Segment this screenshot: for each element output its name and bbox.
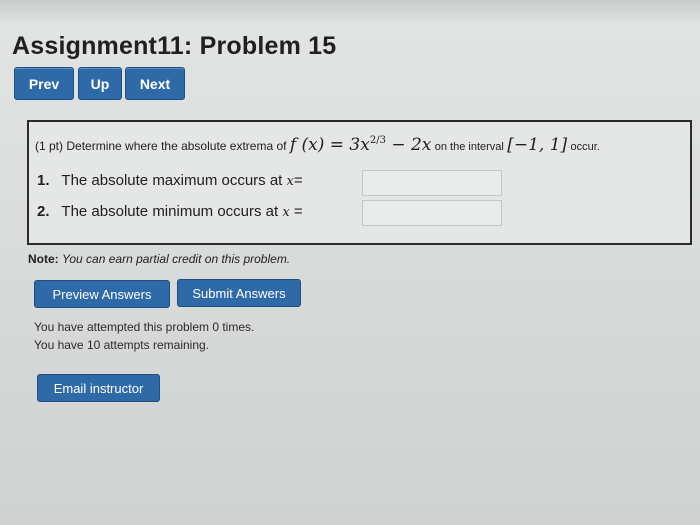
browser-top-strip <box>0 0 700 22</box>
problem-statement: (1 pt) Determine where the absolute extr… <box>35 135 600 155</box>
question-row-min: 2. The absolute minimum occurs at x = <box>37 203 303 220</box>
page-title: Assignment11: Problem 15 <box>12 32 337 60</box>
question-equals: = <box>293 172 303 189</box>
submit-answers-button[interactable]: Submit Answers <box>177 279 301 307</box>
next-button[interactable]: Next <box>125 67 185 100</box>
prev-button[interactable]: Prev <box>14 67 74 100</box>
attempts-count: You have attempted this problem 0 times. <box>34 320 255 334</box>
email-instructor-button[interactable]: Email instructor <box>37 374 160 402</box>
question-number: 1. <box>37 172 50 189</box>
up-button[interactable]: Up <box>78 67 122 100</box>
question-number: 2. <box>37 203 50 220</box>
problem-prompt: Determine where the absolute extrema of <box>66 139 287 153</box>
question-variable: x <box>282 205 290 220</box>
problem-points: (1 pt) <box>35 139 64 153</box>
question-equals: = <box>289 203 303 220</box>
partial-credit-note: Note: You can earn partial credit on thi… <box>28 252 290 266</box>
interval-label: on the interval <box>434 141 504 153</box>
note-text: You can earn partial credit on this prob… <box>62 252 291 266</box>
note-label: Note: <box>28 252 59 266</box>
attempts-remaining: You have 10 attempts remaining. <box>34 338 210 352</box>
max-answer-input[interactable] <box>362 170 502 196</box>
problem-box: (1 pt) Determine where the absolute extr… <box>27 120 692 245</box>
function-exponent: 2/3 <box>369 135 386 146</box>
problem-function: f (x) = 3x2/3 − 2x <box>289 135 432 155</box>
question-row-max: 1. The absolute maximum occurs at x= <box>37 172 303 189</box>
question-variable: x <box>286 174 294 189</box>
preview-answers-button[interactable]: Preview Answers <box>34 280 170 308</box>
question-text: The absolute maximum occurs at <box>61 172 283 189</box>
problem-interval: [−1, 1] <box>507 135 568 155</box>
min-answer-input[interactable] <box>362 200 502 226</box>
problem-trailing: occur. <box>570 141 600 153</box>
question-text: The absolute minimum occurs at <box>61 203 279 220</box>
